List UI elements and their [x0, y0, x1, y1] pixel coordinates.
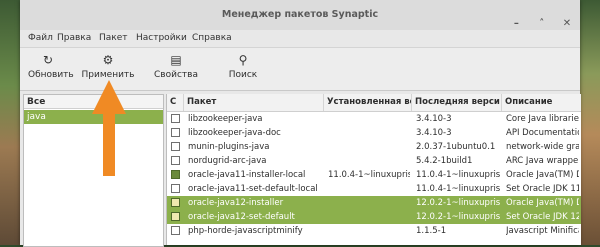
description: Javascript Minifica — [506, 226, 579, 236]
menu-bar: Файл Правка Пакет Настройки Справка — [20, 30, 580, 48]
latest-version: 11.0.4-1~linuxupris — [416, 170, 500, 180]
package-table: С Пакет Установленная ве Последняя верси… — [166, 94, 581, 245]
latest-version: 3.4.10-3 — [416, 128, 452, 138]
table-row[interactable]: php-horde-javascriptminify 1.1.5-1 Javascr… — [167, 224, 581, 238]
package-name: libzookeeper-java-doc — [188, 128, 281, 138]
status-cell[interactable] — [167, 182, 184, 196]
package-name: oracle-java12-installer — [188, 198, 284, 208]
description: Oracle Java(TM) De — [506, 198, 579, 208]
package-name: libzookeeper-java — [188, 114, 263, 124]
properties-label: Свойства — [154, 70, 198, 80]
table-row[interactable]: oracle-java12-installer 12.0.2-1~linuxupr… — [167, 196, 581, 210]
description: Set Oracle JDK 11 — [506, 184, 579, 194]
menu-settings[interactable]: Настройки — [136, 33, 187, 43]
status-cell[interactable] — [167, 126, 184, 140]
menu-edit[interactable]: Правка — [57, 33, 91, 43]
window-title: Менеджер пакетов Synaptic — [221, 9, 379, 20]
description: Oracle Java(TM) De — [506, 170, 579, 180]
col-installed-version[interactable]: Установленная ве — [324, 94, 412, 111]
table-row[interactable]: libzookeeper-java 3.4.10-3 Core Java libra… — [167, 112, 581, 126]
installed-version — [328, 126, 410, 140]
installed-version — [328, 182, 410, 196]
description: ARC Java wrappers — [506, 156, 579, 166]
latest-version: 5.4.2-1build1 — [416, 156, 473, 166]
latest-version: 2.0.37-1ubuntu0.1 — [416, 142, 496, 152]
col-status[interactable]: С — [167, 94, 184, 111]
package-name: oracle-java11-installer-local — [188, 170, 306, 180]
table-row[interactable]: munin-plugins-java 2.0.37-1ubuntu0.1 netwo… — [167, 140, 581, 154]
close-icon[interactable]: ✕ — [560, 18, 574, 30]
menu-help[interactable]: Справка — [192, 33, 232, 43]
status-cell[interactable] — [167, 210, 184, 224]
latest-version: 11.0.4-1~linuxupris — [416, 184, 500, 194]
mark-install-icon[interactable] — [171, 212, 180, 221]
description: API Documentation — [506, 128, 579, 138]
package-name: oracle-java12-set-default — [188, 212, 295, 222]
table-row[interactable]: libzookeeper-java-doc 3.4.10-3 API Documen… — [167, 126, 581, 140]
properties-button[interactable]: ▤ Свойства — [154, 52, 198, 80]
table-row[interactable]: nordugrid-arc-java 5.4.2-1build1 ARC Java … — [167, 154, 581, 168]
col-package[interactable]: Пакет — [184, 94, 324, 111]
package-name: oracle-java11-set-default-local — [188, 184, 318, 194]
minimize-icon[interactable]: – — [509, 18, 523, 30]
search-button[interactable]: ⚲ Поиск — [225, 52, 261, 80]
latest-version: 12.0.2-1~linuxupris — [416, 198, 500, 208]
maximize-icon[interactable]: ˄ — [535, 18, 549, 30]
window-controls: – ˄ ✕ — [501, 9, 574, 29]
table-row[interactable]: oracle-java11-installer-local 11.0.4-1~li… — [167, 168, 581, 182]
status-cell[interactable] — [167, 168, 184, 182]
package-name: php-horde-javascriptminify — [188, 226, 303, 236]
annotation-arrow — [92, 80, 126, 176]
search-icon: ⚲ — [238, 53, 248, 67]
table-row[interactable]: oracle-java12-set-default 12.0.2-1~linuxu… — [167, 210, 581, 224]
refresh-button[interactable]: ↻ Обновить — [28, 52, 74, 80]
status-cell[interactable] — [167, 154, 184, 168]
properties-icon: ▤ — [170, 53, 182, 67]
installed-version — [328, 154, 410, 168]
installed-version — [328, 210, 410, 224]
desktop-background-right — [580, 0, 600, 245]
mark-install-icon[interactable] — [171, 198, 180, 207]
menu-file[interactable]: Файл — [28, 33, 53, 43]
search-label: Поиск — [228, 70, 258, 80]
status-cell[interactable] — [167, 140, 184, 154]
refresh-label: Обновить — [28, 70, 74, 80]
package-name: nordugrid-arc-java — [188, 156, 267, 166]
installed-version: 11.0.4-1~linuxuprisi — [328, 170, 410, 180]
installed-icon[interactable] — [171, 170, 180, 179]
title-bar: Менеджер пакетов Synaptic – ˄ ✕ — [20, 0, 580, 31]
latest-version: 12.0.2-1~linuxupris — [416, 212, 500, 222]
latest-version: 3.4.10-3 — [416, 114, 452, 124]
latest-version: 1.1.5-1 — [416, 226, 447, 236]
menu-package[interactable]: Пакет — [99, 33, 128, 43]
apply-button[interactable]: ⚙ Применить — [80, 52, 136, 80]
status-cell[interactable] — [167, 224, 184, 238]
checkbox[interactable] — [171, 128, 180, 137]
table-header: С Пакет Установленная ве Последняя верси… — [167, 94, 581, 112]
gears-icon: ⚙ — [102, 53, 114, 67]
installed-version — [328, 112, 410, 126]
status-cell[interactable] — [167, 196, 184, 210]
checkbox[interactable] — [171, 114, 180, 123]
description: Core Java libraries — [506, 114, 579, 124]
package-name: munin-plugins-java — [188, 142, 270, 152]
checkbox[interactable] — [171, 142, 180, 151]
description: Set Oracle JDK 12 — [506, 212, 579, 222]
col-latest-version[interactable]: Последняя верси — [412, 94, 502, 111]
installed-version — [328, 224, 410, 238]
apply-label: Применить — [81, 70, 135, 80]
status-cell[interactable] — [167, 112, 184, 126]
checkbox[interactable] — [171, 226, 180, 235]
installed-version — [328, 196, 410, 210]
desktop-background-left — [0, 0, 20, 245]
checkbox[interactable] — [171, 184, 180, 193]
refresh-icon: ↻ — [42, 53, 54, 67]
description: network-wide grap — [506, 142, 579, 152]
table-row[interactable]: oracle-java11-set-default-local 11.0.4-1~… — [167, 182, 581, 196]
installed-version — [328, 140, 410, 154]
col-description[interactable]: Описание — [502, 94, 581, 111]
checkbox[interactable] — [171, 156, 180, 165]
